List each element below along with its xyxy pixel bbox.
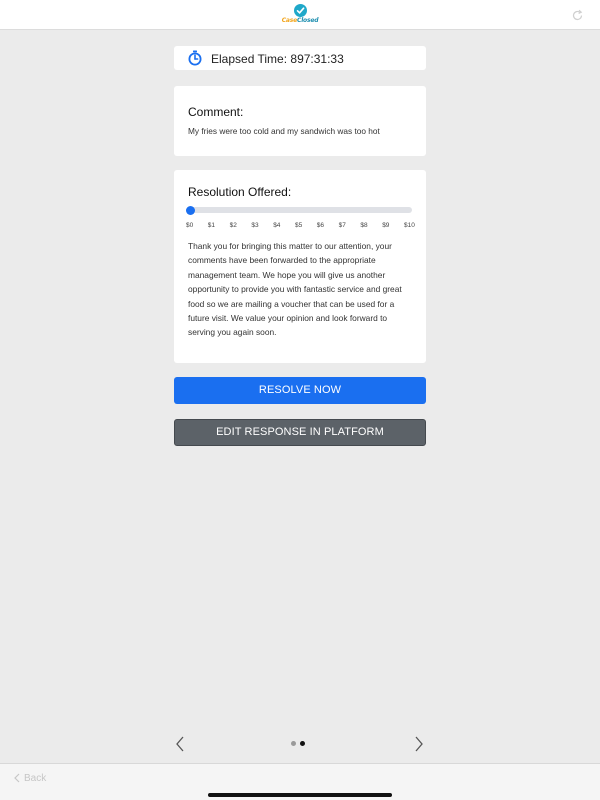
page-dot[interactable] [291,741,296,746]
slider-tick: $7 [338,222,346,229]
slider-thumb[interactable] [186,206,195,215]
slider-tick: $0 [186,222,194,229]
slider-tick: $6 [316,222,325,229]
chevron-left-icon[interactable] [175,736,185,752]
resolve-now-button[interactable]: RESOLVE NOW [174,377,426,404]
slider-ticks: $0 $1 $2 $3 $4 $5 $6 $7 $8 $9 $10 [186,222,415,232]
elapsed-time-value: 897:31:33 [290,52,344,66]
back-label: Back [24,772,47,784]
page-indicator [291,741,311,747]
refresh-icon[interactable] [571,9,584,22]
slider-tick: $8 [360,222,368,229]
edit-response-button[interactable]: EDIT RESPONSE IN PLATFORM [174,419,426,446]
slider-tick: $1 [207,222,216,229]
comment-body: My fries were too cold and my sandwich w… [188,126,380,136]
home-indicator [208,793,392,797]
page-dot[interactable] [300,741,305,746]
bottom-bar: Back [0,763,600,800]
slider-tick: $2 [229,222,237,229]
resolution-message: Thank you for bringing this matter to ou… [188,241,402,338]
elapsed-time-label: Elapsed Time: [211,52,288,66]
slider-tick: $9 [382,222,390,229]
check-circle-icon [293,4,307,17]
resolution-card: Resolution Offered: $0 $1 $2 $3 $4 $5 $6 $7 $8 $9… [174,170,426,363]
slider-tick: $3 [251,222,259,229]
chevron-right-icon[interactable] [414,736,424,752]
top-bar: CaseClosed [0,0,600,30]
stopwatch-icon [188,50,202,66]
slider-tick: $4 [273,222,281,229]
chevron-left-icon [14,773,20,783]
slider-tick: $10 [404,222,415,229]
comment-card: Comment: My fries were too cold and my s… [174,86,426,156]
logo-wordmark: CaseClosed [281,17,319,24]
slider-tick: $5 [295,222,303,229]
comment-title: Comment: [188,105,244,119]
back-button[interactable]: Back [14,771,46,785]
elapsed-time-text: Elapsed Time: 897:31:33 [211,52,344,66]
app-logo: CaseClosed [280,4,320,26]
resolution-slider[interactable] [186,206,412,215]
elapsed-time-card: Elapsed Time: 897:31:33 [174,46,426,70]
resolution-title: Resolution Offered: [188,185,292,199]
